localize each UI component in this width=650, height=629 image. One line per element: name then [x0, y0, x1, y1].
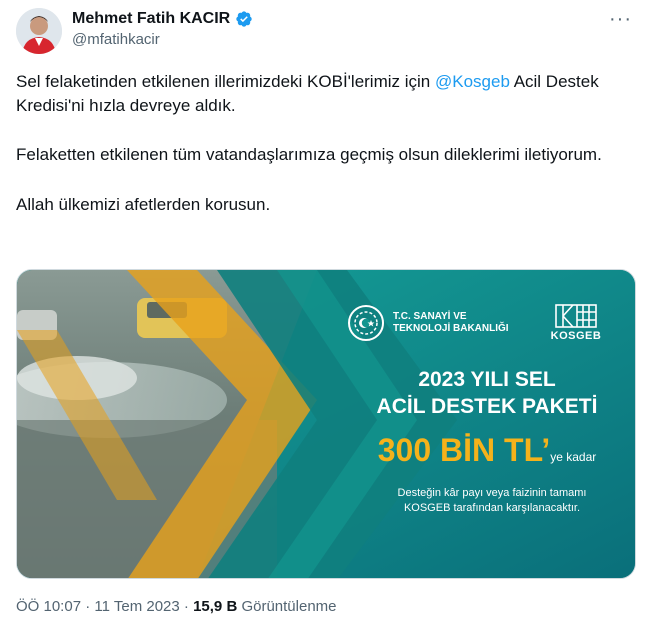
tweet-date[interactable]: 11 Tem 2023	[94, 598, 179, 615]
amount-suffix: ye kadar	[550, 450, 597, 464]
author-handle[interactable]: @mfatihkacir	[72, 31, 160, 48]
kosgeb-mark-icon	[555, 304, 597, 328]
meta-separator: ·	[183, 598, 189, 615]
headline-line-2: ACİL DESTEK PAKETİ	[376, 395, 598, 418]
note-line-2: KOSGEB tarafından karşılanacaktır.	[403, 502, 581, 514]
banner-amount: 300 BİN TL’ye kadar	[357, 432, 617, 469]
views-count: 15,9 B	[193, 598, 238, 615]
kosgeb-logo: KOSGEB	[545, 304, 607, 342]
amount-value: 300 BİN TL’	[377, 432, 551, 468]
tweet-meta: ÖÖ 10:07 · 11 Tem 2023 · 15,9 B Görüntül…	[16, 598, 337, 615]
flood-banner-background	[17, 270, 635, 578]
ministry-name: T.C. SANAYİ VE TEKNOLOJİ BAKANLIĞI	[393, 311, 513, 335]
tweet-time[interactable]: ÖÖ 10:07	[16, 598, 81, 615]
tweet-text-part: Sel felaketinden etkilenen illerimizdeki…	[16, 72, 435, 91]
tweet-paragraph-3: Allah ülkemizi afetlerden korusun.	[16, 194, 271, 214]
more-horizontal-icon[interactable]: ···	[609, 8, 632, 31]
avatar-image	[16, 8, 62, 54]
tweet-paragraph-2: Felaketten etkilenen tüm vatandaşlarımız…	[16, 145, 602, 164]
author-name[interactable]: Mehmet Fatih KACIR	[72, 10, 230, 28]
meta-separator: ·	[85, 598, 91, 615]
tweet-paragraph-1: Sel felaketinden etkilenen illerimizdeki…	[16, 70, 626, 117]
banner-note: Desteğin kâr payı veya faizinin tamamı K…	[367, 486, 617, 516]
headline-line-1: 2023 YILI SEL	[418, 368, 556, 391]
ministry-logo: T.C. SANAYİ VE TEKNOLOJİ BAKANLIĞI	[347, 304, 513, 342]
author-name-row[interactable]: Mehmet Fatih KACIR	[72, 10, 253, 28]
tweet-text: Sel felaketinden etkilenen illerimizdeki…	[16, 70, 626, 216]
verified-badge-icon	[236, 11, 252, 27]
ministry-line-1: T.C. SANAYİ VE	[393, 311, 467, 322]
banner-headline: 2023 YILI SEL ACİL DESTEK PAKETİ	[357, 366, 617, 420]
mention-link[interactable]: @Kosgeb	[435, 72, 510, 91]
avatar[interactable]	[16, 8, 62, 54]
ministry-line-2: TEKNOLOJİ BAKANLIĞI	[393, 323, 509, 334]
kosgeb-label: KOSGEB	[550, 330, 602, 342]
note-line-1: Desteğin kâr payı veya faizinin tamamı	[397, 487, 587, 499]
views-label: Görüntülenme	[241, 598, 337, 615]
tweet-media-image[interactable]: T.C. SANAYİ VE TEKNOLOJİ BAKANLIĞI KOSGE…	[16, 269, 636, 579]
ministry-seal-icon	[348, 305, 384, 341]
